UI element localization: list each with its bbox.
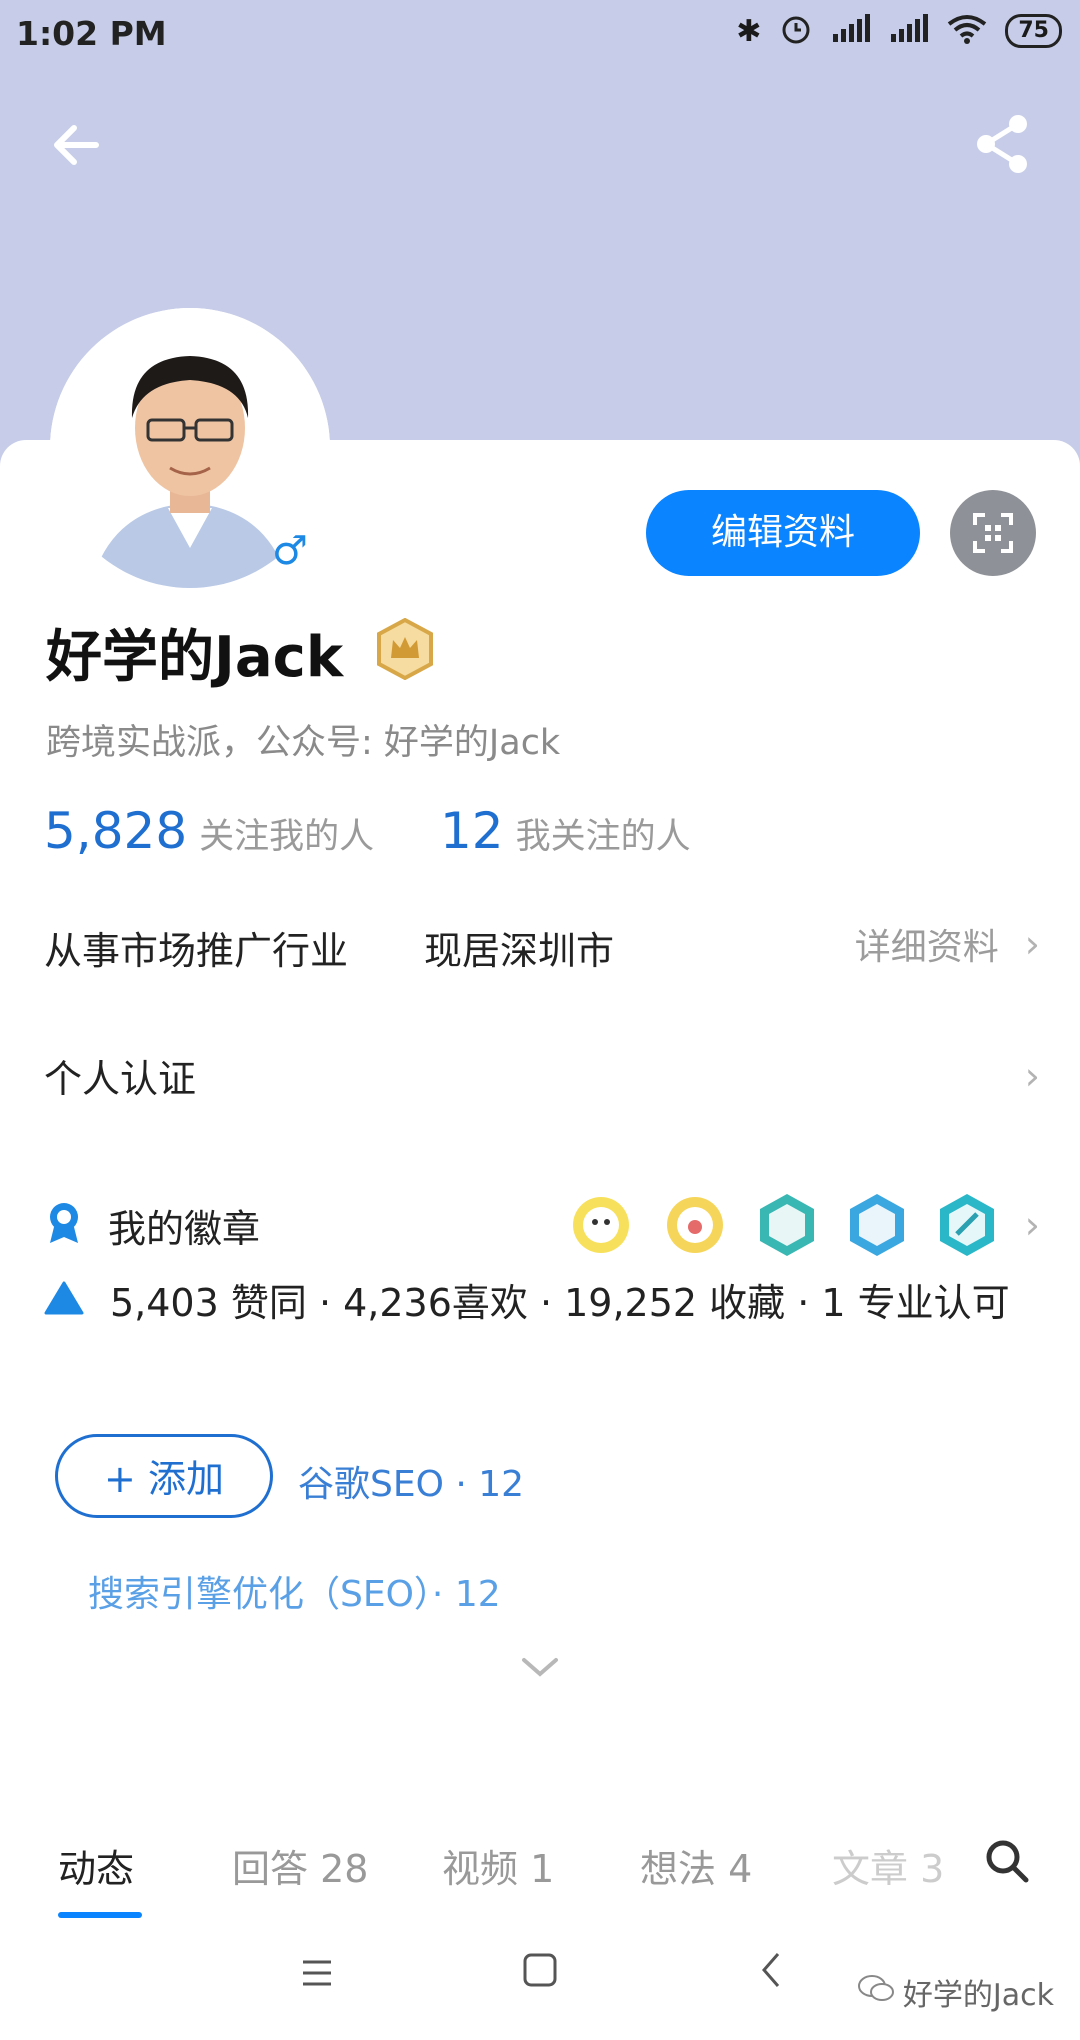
following-count: 12 [440,802,504,860]
signal-icon-2 [889,14,929,48]
triangle-up-icon [44,1281,84,1319]
qr-code-button[interactable] [950,490,1036,576]
tab-videos[interactable]: 视频 1 [442,1838,554,1893]
tag-item[interactable]: 搜索引擎优化（SEO）· 12 [88,1565,501,1617]
crown-badge-icon[interactable] [376,617,434,681]
following-label: 我关注的人 [515,817,691,857]
tab-activity[interactable]: 动态 [58,1838,134,1893]
edit-profile-button[interactable]: 编辑资料 [646,490,920,576]
menu-icon[interactable] [300,1954,334,2000]
share-button[interactable] [968,108,1038,178]
watermark-text: 好学的Jack [902,1978,1054,2013]
details-link[interactable]: 详细资料 › [855,918,1040,970]
followers-stat[interactable]: 5,828 关注我的人 [44,802,374,860]
status-time: 1:02 PM [16,14,167,53]
back-button[interactable] [44,110,114,180]
add-tag-button[interactable]: + 添加 [55,1434,273,1518]
certification-row[interactable]: 个人认证 › [44,1048,1040,1103]
followers-count: 5,828 [44,802,188,860]
add-tag-label: 添加 [147,1457,224,1501]
badge-icon-3[interactable] [757,1192,817,1258]
tab-articles[interactable]: 文章 3 [832,1838,950,1893]
certification-label: 个人认证 [44,1057,197,1101]
tab-thoughts[interactable]: 想法 4 [640,1838,752,1893]
share-icon [977,115,1027,173]
search-icon[interactable] [984,1838,1030,1888]
badge-icon-1[interactable] [569,1193,633,1257]
profile-bio: 跨境实战派，公众号: 好学的Jack [46,723,561,763]
badge-icon-2[interactable] [663,1193,727,1257]
chevron-right-icon: › [1024,922,1040,966]
industry-text: 从事市场推广行业 [44,929,349,973]
battery-indicator: 75 [1005,14,1062,48]
back-nav-icon[interactable] [756,1950,786,2000]
plus-icon: + [104,1457,136,1501]
status-icons: ✱ 75 [736,12,1062,50]
badges-row[interactable]: 我的徽章 › [44,1190,1040,1260]
active-tab-indicator [58,1912,142,1918]
wifi-icon [947,14,987,48]
profile-name: 好学的Jack [46,625,344,690]
profile-tabs: 动态 回答 28 视频 1 想法 4 文章 3 [0,1838,1080,1918]
chevron-right-icon: › [1024,1053,1040,1098]
achievements-row: 5,403 赞同 · 4,236喜欢 · 19,252 收藏 · 1 专业认可 [44,1272,1010,1327]
badges-label: 我的徽章 [108,1206,261,1251]
tab-answers[interactable]: 回答 28 [232,1838,368,1893]
wechat-icon [857,1973,895,2011]
following-stat[interactable]: 12 我关注的人 [440,802,691,860]
watermark: 好学的Jack [857,1970,1054,2014]
bluetooth-icon: ✱ [736,13,762,49]
badge-icon-5[interactable] [937,1192,997,1258]
qr-scan-icon [973,513,1013,553]
chevron-right-icon: › [1024,1203,1040,1247]
achievements-text: 5,403 赞同 · 4,236喜欢 · 19,252 收藏 · 1 专业认可 [110,1281,1010,1325]
alarm-icon [779,12,813,50]
followers-label: 关注我的人 [199,817,375,857]
badge-ribbon-icon [44,1201,84,1249]
expand-chevron-icon[interactable] [516,1652,564,1686]
location-text: 现居深圳市 [424,929,615,973]
back-arrow-icon [54,125,99,165]
badge-icon-4[interactable] [847,1192,907,1258]
details-label: 详细资料 [854,927,999,968]
male-gender-icon: ♂ [272,528,308,574]
home-icon[interactable] [522,1952,558,1998]
tag-item[interactable]: 谷歌SEO · 12 [298,1455,524,1507]
signal-icon [831,14,871,48]
